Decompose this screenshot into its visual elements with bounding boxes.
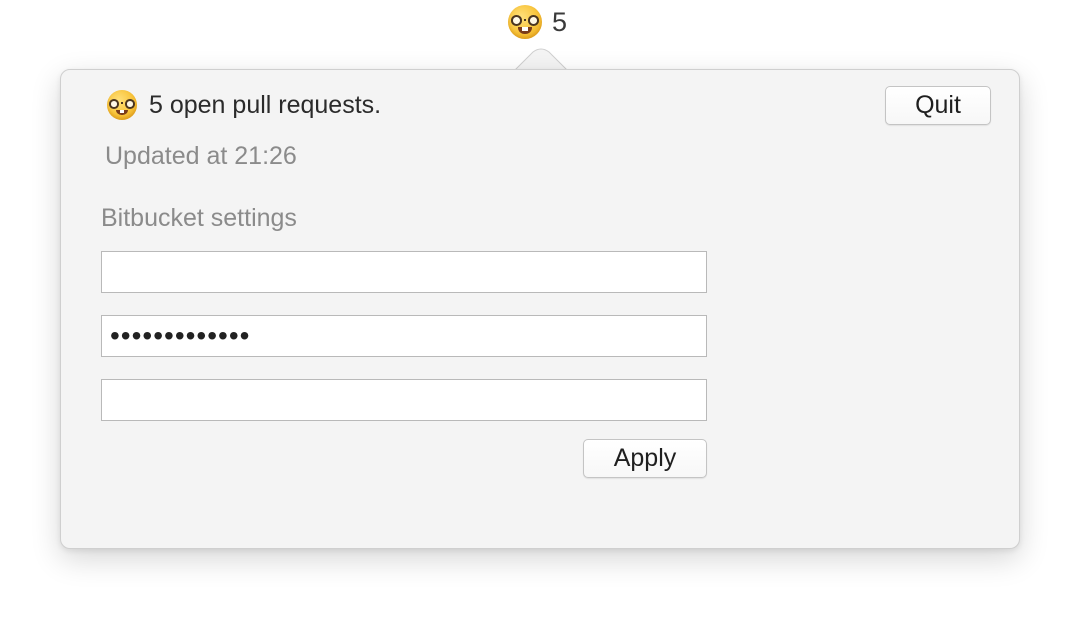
repository-field[interactable] <box>101 379 707 421</box>
popover-panel: 5 open pull requests. Quit Updated at 21… <box>60 69 1020 549</box>
pull-request-status: 5 open pull requests. <box>149 90 382 119</box>
settings-heading: Bitbucket settings <box>101 204 297 232</box>
username-field[interactable] <box>101 251 707 293</box>
quit-button[interactable]: Quit <box>885 86 991 125</box>
menubar-status-item[interactable]: 5 <box>508 2 567 42</box>
updated-timestamp: Updated at 21:26 <box>105 142 297 170</box>
apply-button[interactable]: Apply <box>583 439 707 478</box>
nerd-face-icon <box>107 90 137 120</box>
password-field[interactable] <box>101 315 707 357</box>
nerd-face-icon <box>508 5 542 39</box>
status-row: 5 open pull requests. <box>107 90 381 120</box>
menubar-count: 5 <box>552 6 568 37</box>
